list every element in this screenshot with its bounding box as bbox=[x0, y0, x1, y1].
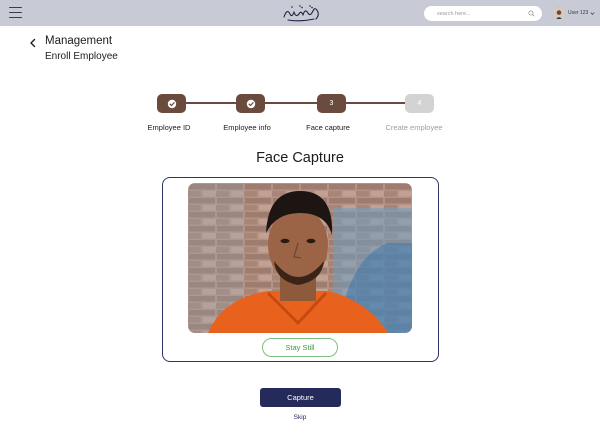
skip-link[interactable]: Skip bbox=[0, 414, 600, 421]
check-circle-icon bbox=[246, 99, 255, 108]
step-3-label: Face capture bbox=[306, 123, 350, 132]
progress-stepper: 3 4 Employee ID Employee info Face captu… bbox=[0, 0, 600, 140]
step-connector bbox=[265, 102, 317, 104]
camera-preview bbox=[188, 183, 412, 333]
step-1-marker bbox=[157, 94, 186, 113]
status-badge: Stay Still bbox=[262, 338, 338, 357]
step-connector bbox=[186, 102, 236, 104]
check-circle-icon bbox=[167, 99, 176, 108]
step-2-marker bbox=[236, 94, 265, 113]
step-1-label: Employee ID bbox=[147, 123, 191, 132]
section-heading: Face Capture bbox=[256, 150, 344, 166]
step-connector bbox=[346, 102, 405, 104]
step-4-marker: 4 bbox=[405, 94, 434, 113]
step-3-marker: 3 bbox=[317, 94, 346, 113]
step-4-label: Create employee bbox=[385, 123, 443, 132]
capture-button[interactable]: Capture bbox=[260, 388, 341, 407]
step-2-label: Employee info bbox=[223, 123, 271, 132]
